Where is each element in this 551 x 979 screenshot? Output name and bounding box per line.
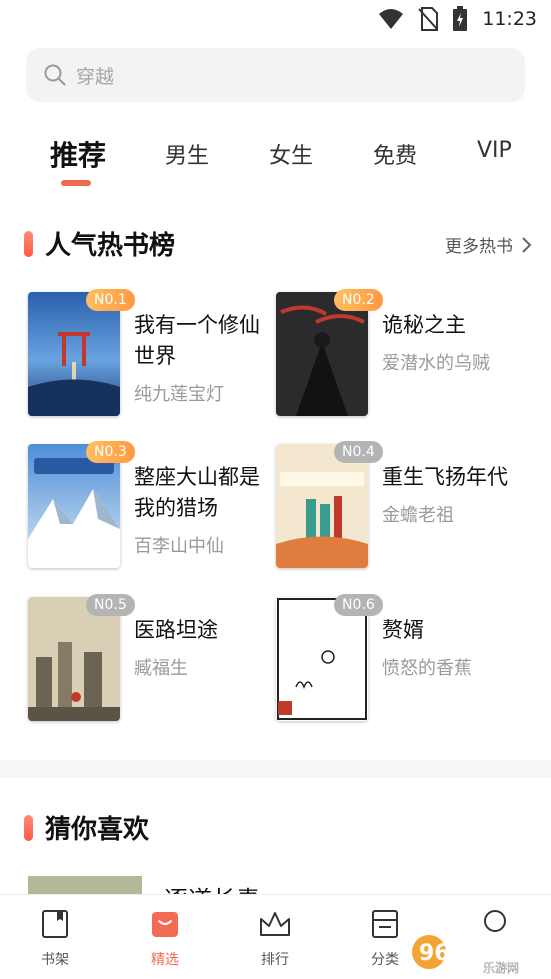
- watermark-logo: 962.NET 乐游网: [409, 928, 545, 975]
- more-hot-books-label: 更多热书: [445, 237, 513, 257]
- more-hot-books-link[interactable]: 更多热书: [445, 232, 535, 257]
- rank-badge: N0.5: [86, 594, 135, 616]
- guess-you-like-header: 猜你喜欢: [24, 809, 149, 846]
- book-title: 重生飞扬年代: [382, 465, 508, 489]
- search-bar[interactable]: 穿越: [26, 48, 525, 102]
- section-accent-bar: [24, 814, 33, 841]
- nav-bookshelf[interactable]: 书架: [20, 909, 90, 969]
- book-title: 医路坦途: [134, 618, 218, 642]
- book-cover: [28, 876, 142, 894]
- book-card[interactable]: N0.4 重生飞扬年代 金蟾老祖: [276, 441, 536, 574]
- book-card[interactable]: N0.2 诡秘之主 爱潜水的乌贼: [276, 289, 536, 422]
- tab-male[interactable]: 男生: [165, 138, 209, 170]
- hot-books-header: 人气热书榜: [24, 225, 175, 262]
- category-icon: [372, 910, 398, 938]
- tab-vip[interactable]: VIP: [477, 138, 512, 163]
- search-icon: [44, 64, 66, 86]
- book-card[interactable]: N0.6 赘婿 愤怒的香蕉: [276, 594, 536, 727]
- section-accent-bar: [24, 230, 33, 257]
- active-tab-indicator: [61, 180, 91, 186]
- rank-badge: N0.1: [86, 289, 135, 311]
- book-author: 金蟾老祖: [382, 505, 454, 526]
- rank-badge: N0.2: [334, 289, 383, 311]
- no-sim-icon: [418, 7, 439, 31]
- battery-charging-icon: [453, 6, 468, 31]
- featured-icon: [152, 912, 178, 937]
- nav-featured-label: 精选: [151, 952, 179, 968]
- guess-you-like-title: 猜你喜欢: [45, 815, 150, 845]
- rank-badge: N0.3: [86, 441, 135, 463]
- book-author: 百李山中仙: [134, 536, 224, 557]
- book-card[interactable]: N0.5 医路坦途 臧福生: [28, 594, 288, 727]
- book-card[interactable]: N0.3 整座大山都是我的猎场 百李山中仙: [28, 441, 288, 574]
- section-divider: [0, 760, 551, 778]
- book-title: 整座大山都是我的猎场: [134, 465, 260, 520]
- rank-badge: N0.6: [334, 594, 383, 616]
- partial-book-card[interactable]: 逐道长青: [28, 876, 428, 894]
- book-author: 臧福生: [134, 658, 188, 679]
- bookshelf-icon: [42, 910, 68, 938]
- book-author: 纯九莲宝灯: [134, 384, 224, 405]
- book-author: 爱潜水的乌贼: [382, 353, 490, 374]
- hot-books-title: 人气热书榜: [45, 231, 176, 261]
- nav-bookshelf-label: 书架: [41, 952, 69, 968]
- book-title: 我有一个修仙世界: [134, 313, 260, 368]
- search-placeholder: 穿越: [76, 65, 115, 88]
- status-time: 11:23: [482, 8, 537, 30]
- nav-featured[interactable]: 精选: [130, 909, 200, 969]
- rank-badge: N0.4: [334, 441, 383, 463]
- watermark-sub: 乐游网: [483, 961, 519, 974]
- category-tabs: 推荐 男生 女生 免费 VIP: [0, 130, 551, 190]
- crown-icon: [260, 912, 290, 936]
- tab-free[interactable]: 免费: [373, 138, 417, 170]
- tab-recommended[interactable]: 推荐: [50, 134, 106, 174]
- book-title: 诡秘之主: [382, 313, 466, 337]
- chevron-right-icon: [522, 236, 532, 253]
- nav-ranking-label: 排行: [261, 952, 289, 968]
- wifi-icon: [379, 9, 404, 29]
- tab-female[interactable]: 女生: [269, 138, 313, 170]
- book-title: 赘婿: [382, 618, 424, 642]
- book-author: 愤怒的香蕉: [382, 658, 472, 679]
- nav-ranking[interactable]: 排行: [240, 909, 310, 969]
- book-card[interactable]: N0.1 我有一个修仙世界 纯九莲宝灯: [28, 289, 288, 422]
- status-bar: 11:23: [0, 0, 551, 38]
- book-title: 逐道长青: [164, 880, 260, 894]
